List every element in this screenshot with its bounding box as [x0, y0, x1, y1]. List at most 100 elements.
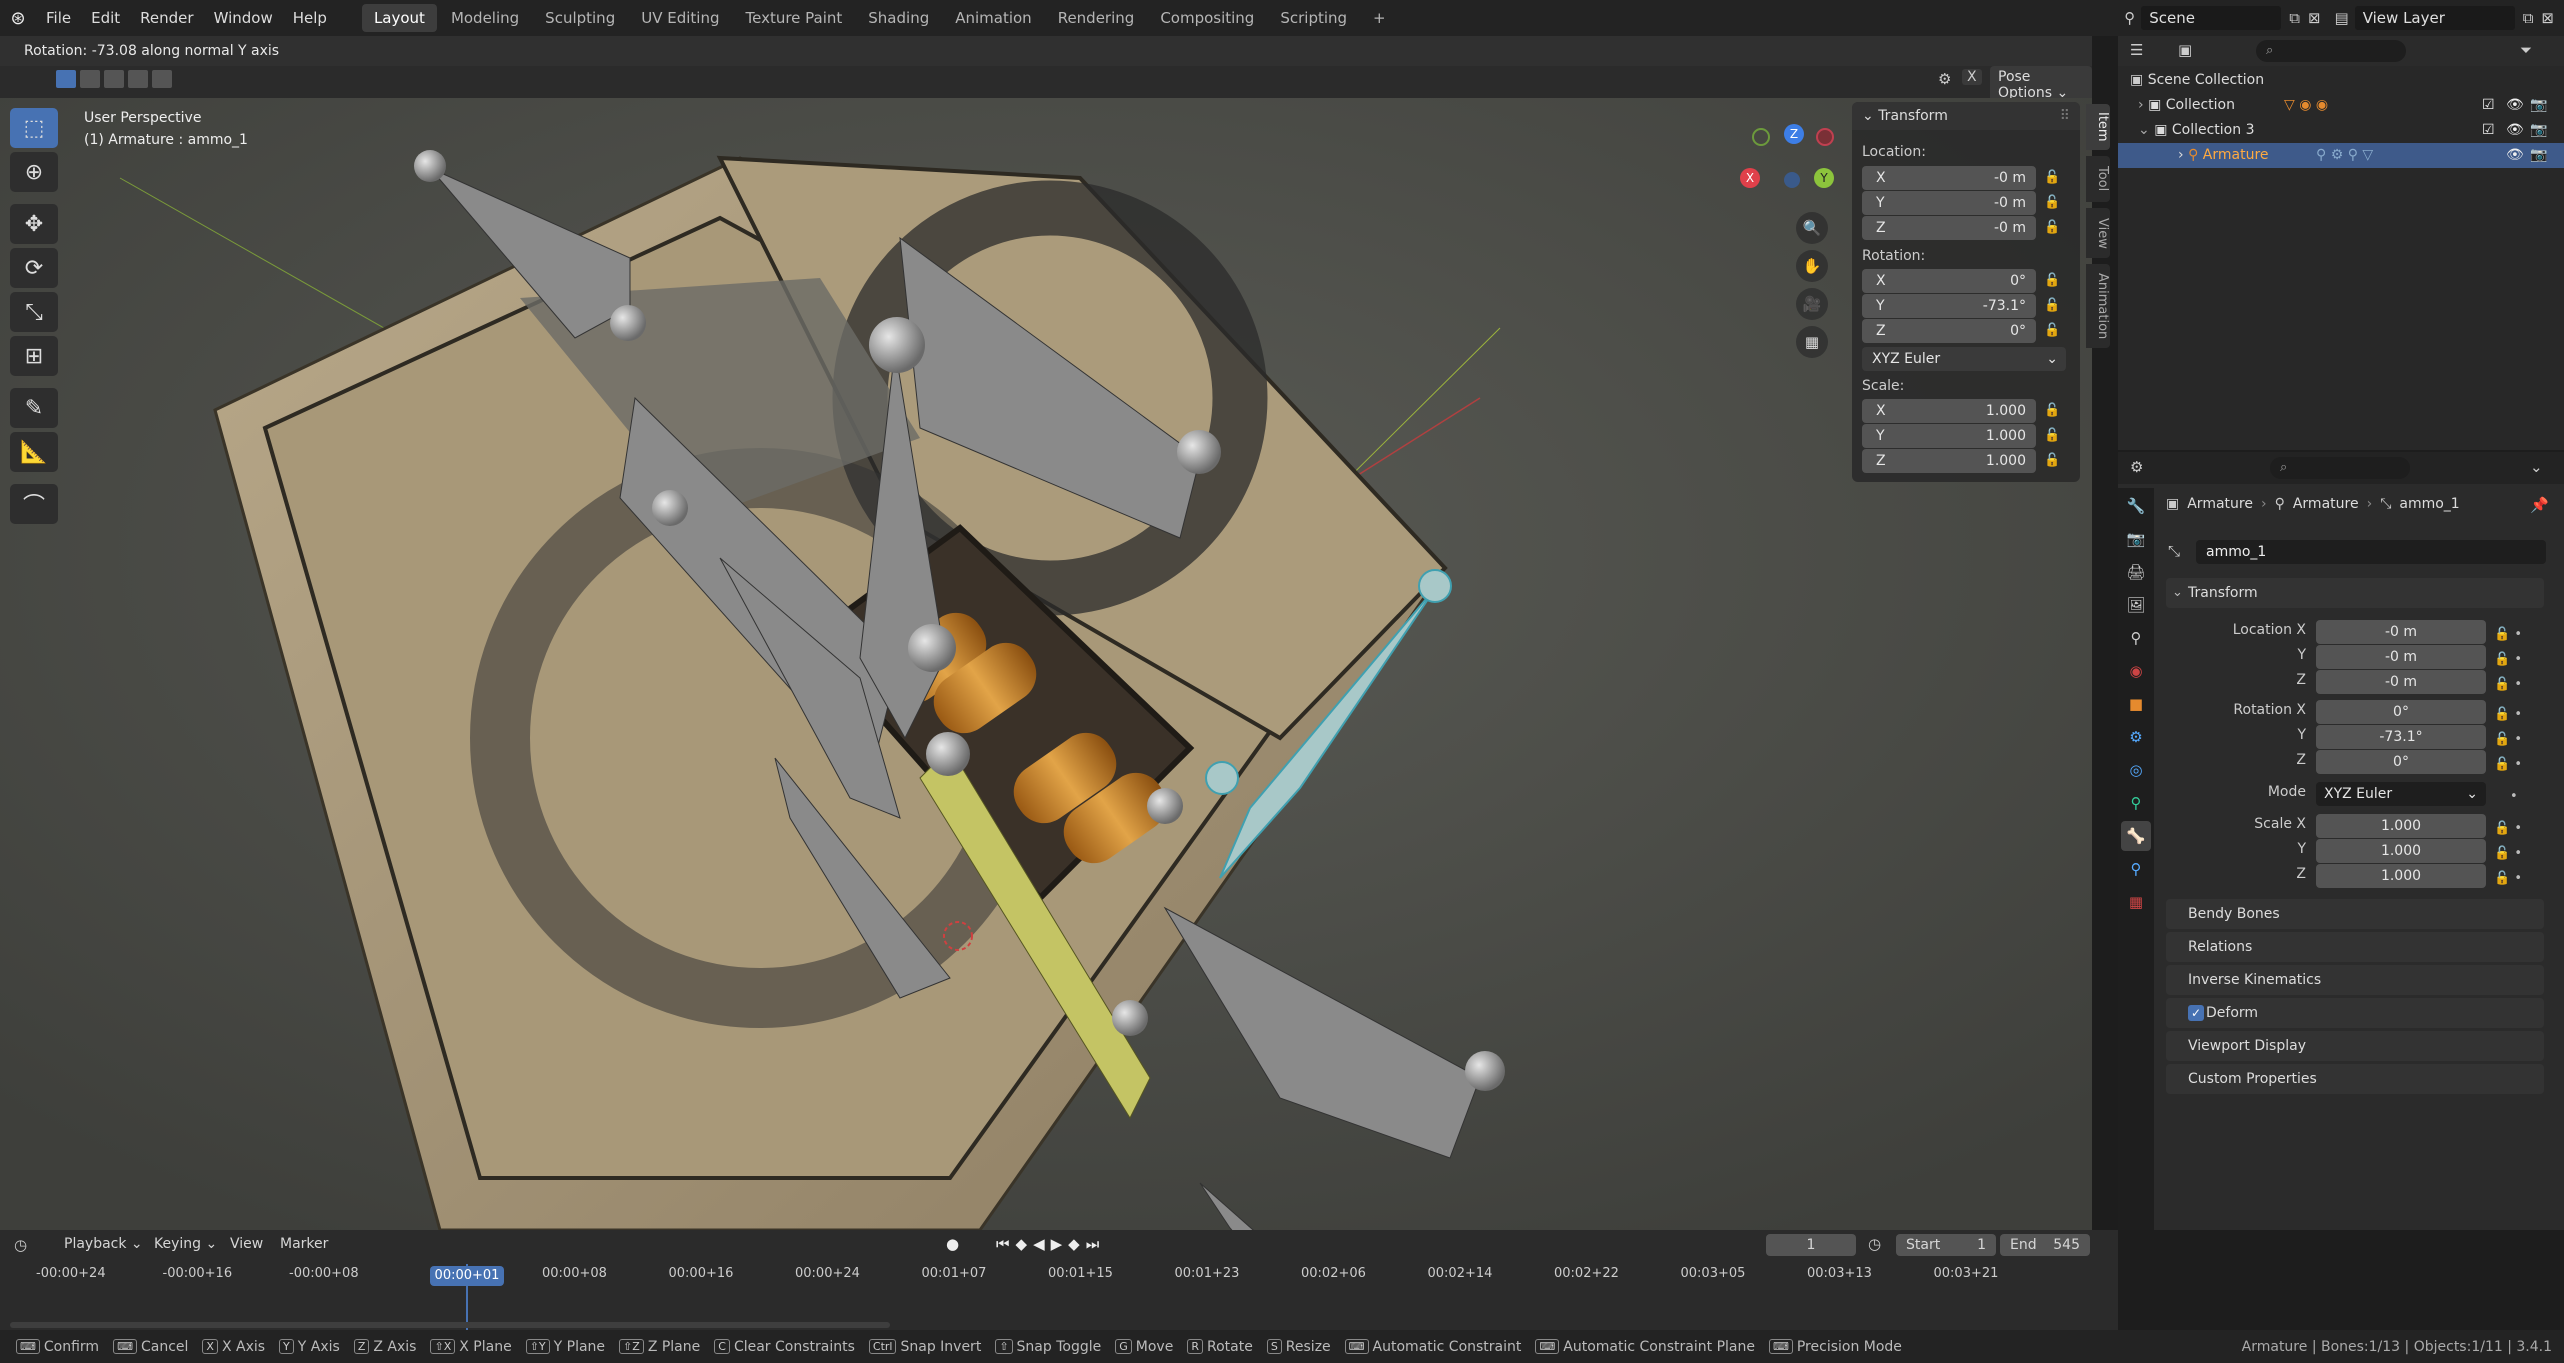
location-z-field[interactable]: Z -0 m: [1862, 216, 2036, 240]
rotate-tool-icon[interactable]: ⟳: [10, 248, 58, 288]
camera-render-icon[interactable]: 📷: [2530, 93, 2547, 118]
transform-tool-icon[interactable]: ⊞: [10, 336, 58, 376]
keyframe-dot-icon[interactable]: •: [2494, 784, 2534, 809]
view-layer-properties-icon[interactable]: 🖼: [2121, 590, 2151, 620]
outliner-row-armature[interactable]: › ⚲ Armature ⚲ ⚙ ⚲ ▽ 👁 📷: [2118, 143, 2564, 168]
deform-checkbox[interactable]: ✓: [2188, 1005, 2204, 1021]
play-reverse-icon[interactable]: ◀: [1033, 1235, 1051, 1253]
location-z-field[interactable]: -0 m: [2316, 670, 2486, 694]
sidebar-tab-tool[interactable]: Tool: [2086, 156, 2110, 202]
lock-icon[interactable]: 🔓: [2044, 298, 2060, 313]
render-properties-icon[interactable]: 📷: [2121, 524, 2151, 554]
timeline-ruler[interactable]: -00:00+24 -00:00+16 -00:00+08 00:00+01 00:00…: [0, 1264, 2110, 1288]
location-x-field[interactable]: X -0 m: [1862, 166, 2036, 190]
outliner-row-collection[interactable]: › ▣ Collection ▽ ◉ ◉ ☑ 👁 📷: [2118, 93, 2564, 118]
scene-icon[interactable]: ⚲: [2124, 9, 2135, 27]
filter-icon[interactable]: ⏷: [2520, 41, 2532, 59]
timeline-scrollbar[interactable]: [10, 1322, 890, 1328]
lock-icon[interactable]: 🔓: [2044, 220, 2060, 235]
delete-view-layer-icon[interactable]: ⊠: [2541, 9, 2554, 27]
lock-icon[interactable]: 🔓: [2044, 195, 2060, 210]
selected-bone-head[interactable]: [1418, 569, 1452, 603]
lock-icon[interactable]: 🔓: [2044, 273, 2060, 288]
tab-shading[interactable]: Shading: [856, 4, 941, 32]
lock-icon[interactable]: 🔓 •: [2494, 702, 2534, 727]
checkbox-icon[interactable]: ☑: [2482, 93, 2495, 118]
clock-icon[interactable]: ◷: [1868, 1235, 1881, 1253]
marker-menu[interactable]: Marker: [280, 1236, 328, 1252]
sidebar-tab-animation[interactable]: Animation: [2086, 264, 2110, 348]
scene-properties-icon[interactable]: ⚲: [2121, 623, 2151, 653]
playhead-time-label[interactable]: 00:00+01: [430, 1266, 504, 1286]
world-properties-icon[interactable]: ◉: [2121, 656, 2151, 686]
tab-layout[interactable]: Layout: [361, 4, 437, 32]
object-data-properties-icon[interactable]: ⚲: [2121, 788, 2151, 818]
bone-joint[interactable]: [1147, 788, 1183, 824]
new-scene-icon[interactable]: ⧉: [2289, 9, 2300, 27]
tab-texture-paint[interactable]: Texture Paint: [733, 4, 854, 32]
keying-menu[interactable]: Keying ⌄: [154, 1236, 217, 1252]
select-new-icon[interactable]: [56, 70, 76, 88]
tab-sculpting[interactable]: Sculpting: [533, 4, 627, 32]
location-x-field[interactable]: -0 m: [2316, 620, 2486, 644]
blender-logo-icon[interactable]: ⊛: [0, 8, 36, 29]
outliner-row-scene-collection[interactable]: ▣ Scene Collection: [2118, 68, 2564, 93]
eye-icon[interactable]: 👁: [2506, 93, 2524, 118]
bone-name-field[interactable]: ammo_1: [2196, 540, 2546, 564]
eye-icon[interactable]: 👁: [2506, 118, 2524, 143]
bone-joint[interactable]: [652, 490, 688, 526]
lock-icon[interactable]: 🔓 •: [2494, 727, 2534, 752]
rotation-mode-dropdown[interactable]: XYZ Euler ⌄: [1862, 347, 2066, 371]
inverse-kinematics-panel[interactable]: Inverse Kinematics: [2166, 965, 2544, 995]
relations-panel[interactable]: Relations: [2166, 932, 2544, 962]
scale-tool-icon[interactable]: ⤡: [10, 292, 58, 332]
lock-icon[interactable]: 🔓: [2044, 453, 2060, 468]
tool-properties-icon[interactable]: 🔧: [2121, 491, 2151, 521]
options-dropdown-icon[interactable]: ⌄: [2530, 458, 2543, 476]
select-invert-icon[interactable]: [128, 70, 148, 88]
scale-z-field[interactable]: Z 1.000: [1862, 449, 2036, 473]
menu-help[interactable]: Help: [283, 0, 337, 36]
gizmo-toggle-icon[interactable]: ⚙: [1938, 70, 1951, 88]
lock-icon[interactable]: 🔓 •: [2494, 816, 2534, 841]
view-layer-field[interactable]: View Layer: [2354, 6, 2515, 30]
outliner-row-collection-3[interactable]: ⌄ ▣ Collection 3 ☑ 👁 📷: [2118, 118, 2564, 143]
bone-constraint-properties-icon[interactable]: ⚲: [2121, 854, 2151, 884]
editor-type-icon[interactable]: ⚙: [2130, 458, 2143, 476]
bone-joint[interactable]: [869, 317, 925, 373]
scale-z-field[interactable]: 1.000: [2316, 864, 2486, 888]
pin-icon[interactable]: 📌: [2530, 496, 2549, 514]
start-frame-field[interactable]: Start 1: [1896, 1234, 1996, 1256]
menu-render[interactable]: Render: [130, 0, 203, 36]
lock-icon[interactable]: 🔓 •: [2494, 752, 2534, 777]
delete-scene-icon[interactable]: ⊠: [2308, 9, 2321, 27]
modifier-properties-icon[interactable]: ⚙: [2121, 722, 2151, 752]
view-layer-icon[interactable]: ▤: [2335, 9, 2349, 27]
bone-joint[interactable]: [1112, 1000, 1148, 1036]
bone-joint[interactable]: [908, 624, 956, 672]
rotation-z-field[interactable]: 0°: [2316, 750, 2486, 774]
bone-joint[interactable]: [414, 150, 446, 182]
editor-type-icon[interactable]: ☰: [2130, 41, 2143, 59]
neg-y-gizmo-icon[interactable]: [1752, 128, 1770, 146]
lock-icon[interactable]: 🔓 •: [2494, 647, 2534, 672]
lock-icon[interactable]: 🔓 •: [2494, 672, 2534, 697]
scene-name-field[interactable]: Scene: [2141, 6, 2282, 30]
collapse-arrow-icon[interactable]: ⌄: [2138, 122, 2150, 138]
grid-ortho-icon[interactable]: ▦: [1796, 326, 1828, 358]
current-frame-field[interactable]: 1: [1766, 1234, 1856, 1256]
transform-panel-header[interactable]: ⌄ Transform ⠿: [1852, 102, 2080, 130]
neg-z-gizmo-icon[interactable]: [1784, 172, 1800, 188]
playback-menu[interactable]: Playback ⌄: [64, 1236, 143, 1252]
zoom-icon[interactable]: 🔍: [1796, 212, 1828, 244]
add-workspace-button[interactable]: +: [1361, 4, 1398, 32]
bone-properties-icon[interactable]: 🦴: [2121, 821, 2151, 851]
expand-arrow-icon[interactable]: ›: [2138, 97, 2144, 113]
physics-properties-icon[interactable]: ◎: [2121, 755, 2151, 785]
lock-icon[interactable]: 🔓: [2044, 428, 2060, 443]
rotation-mode-dropdown[interactable]: XYZ Euler ⌄: [2316, 782, 2486, 806]
3d-viewport[interactable]: ⬚ ⊕ ✥ ⟳ ⤡ ⊞ ✎ 📐 ⌒ User Perspective (1) A…: [0, 98, 2092, 1230]
custom-properties-panel[interactable]: Custom Properties: [2166, 1064, 2544, 1094]
scale-x-field[interactable]: X 1.000: [1862, 399, 2036, 423]
record-icon[interactable]: ●: [946, 1235, 959, 1253]
